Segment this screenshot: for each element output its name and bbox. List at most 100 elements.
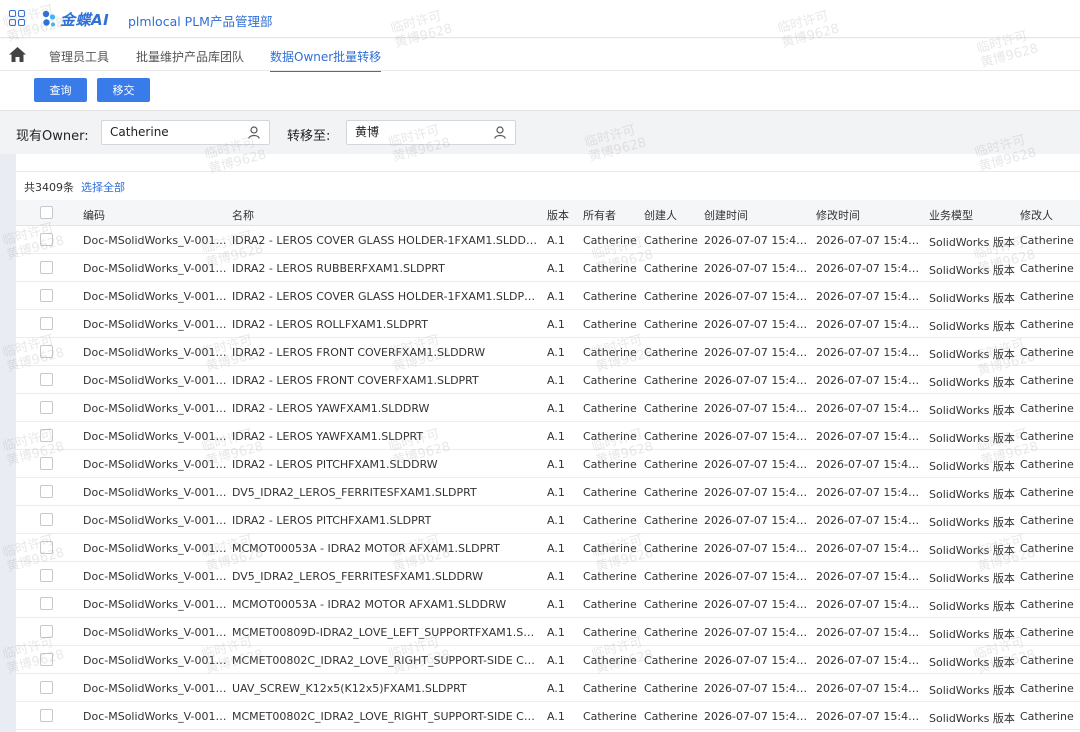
row-checkbox[interactable]	[40, 653, 53, 666]
apps-grid-icon[interactable]	[9, 10, 25, 26]
cell-owner: Catherine	[583, 346, 637, 359]
table-row[interactable]: Doc-MSolidWorks_V-001904 MCMOT00053A - ID…	[16, 534, 1080, 562]
row-checkbox[interactable]	[40, 625, 53, 638]
cell-modified-time: 2026-07-07 15:49:57	[816, 262, 924, 275]
cell-creator: Catherine	[644, 542, 698, 555]
cell-modified-time: 2026-07-07 15:49:56	[816, 234, 924, 247]
cell-version: A.1	[547, 402, 565, 415]
cell-code: Doc-MSolidWorks_V-001905	[83, 514, 228, 527]
user-icon[interactable]	[248, 126, 260, 139]
col-business-model[interactable]: 业务模型	[929, 207, 973, 223]
col-owner[interactable]: 所有者	[583, 207, 616, 223]
table-row[interactable]: Doc-MSolidWorks_V-001746 MCMET00802C_IDRA…	[16, 646, 1080, 674]
cell-code: Doc-MSolidWorks_V-001751	[83, 346, 228, 359]
transfer-button[interactable]: 移交	[97, 78, 150, 102]
cell-created-time: 2026-07-07 15:49:51	[704, 262, 812, 275]
row-checkbox[interactable]	[40, 541, 53, 554]
cell-owner: Catherine	[583, 318, 637, 331]
table-row[interactable]: Doc-MSolidWorks_V-001902 UAV_SCREW_K12x5(…	[16, 674, 1080, 702]
cell-modifier: Catherine	[1020, 402, 1074, 415]
select-all-link[interactable]: 选择全部	[81, 179, 125, 195]
query-button[interactable]: 查询	[34, 78, 87, 102]
cell-code: Doc-MSolidWorks_V-001910	[83, 290, 228, 303]
select-all-checkbox[interactable]	[40, 206, 53, 219]
cell-version: A.1	[547, 290, 565, 303]
col-version[interactable]: 版本	[547, 207, 569, 223]
cell-version: A.1	[547, 542, 565, 555]
cell-business-model: SolidWorks 版本	[929, 264, 1015, 277]
panel-spacer	[16, 154, 1080, 172]
cell-modified-time: 2026-07-07 15:49:56	[816, 570, 924, 583]
target-owner-field[interactable]: 黄博	[346, 120, 516, 145]
row-checkbox[interactable]	[40, 485, 53, 498]
table-row[interactable]: Doc-MSolidWorks_V-001747 MCMOT00053A - ID…	[16, 590, 1080, 618]
cell-creator: Catherine	[644, 598, 698, 611]
row-checkbox[interactable]	[40, 457, 53, 470]
table-row[interactable]: Doc-MSolidWorks_V-001748 DV5_IDRA2_LEROS_…	[16, 562, 1080, 590]
col-name[interactable]: 名称	[232, 207, 254, 223]
table-row[interactable]: Doc-MSolidWorks_V-001910 IDRA2 - LEROS CO…	[16, 282, 1080, 310]
row-checkbox[interactable]	[40, 569, 53, 582]
cell-version: A.1	[547, 486, 565, 499]
cell-code: Doc-MSolidWorks_V-001908	[83, 374, 228, 387]
row-checkbox[interactable]	[40, 317, 53, 330]
table-row[interactable]: Doc-MSolidWorks_V-001911 IDRA2 - LEROS RU…	[16, 254, 1080, 282]
user-icon[interactable]	[494, 126, 506, 139]
row-checkbox[interactable]	[40, 681, 53, 694]
table-row[interactable]: Doc-MSolidWorks_V-001906 DV5_IDRA2_LEROS_…	[16, 478, 1080, 506]
cell-code: Doc-MSolidWorks_V-001901	[83, 710, 228, 723]
table-row[interactable]: Doc-MSolidWorks_V-001752 IDRA2 - LEROS CO…	[16, 226, 1080, 254]
cell-owner: Catherine	[583, 542, 637, 555]
row-checkbox[interactable]	[40, 345, 53, 358]
col-modified-time[interactable]: 修改时间	[816, 207, 860, 223]
row-checkbox[interactable]	[40, 261, 53, 274]
row-checkbox[interactable]	[40, 597, 53, 610]
table-row[interactable]: Doc-MSolidWorks_V-001751 IDRA2 - LEROS FR…	[16, 338, 1080, 366]
tab-owner-transfer[interactable]: 数据Owner批量转移	[270, 48, 382, 73]
cell-name: MCMET00802C_IDRA2_LOVE_RIGHT_SUPPORT-SID…	[232, 654, 537, 667]
cell-modifier: Catherine	[1020, 542, 1074, 555]
cell-created-time: 2026-07-07 15:49:51	[704, 654, 812, 667]
target-owner-value: 黄博	[355, 125, 380, 139]
row-checkbox[interactable]	[40, 289, 53, 302]
top-bar: 金蝶AI plmlocal PLM产品管理部	[0, 0, 1080, 38]
col-creator[interactable]: 创建人	[644, 207, 677, 223]
row-checkbox[interactable]	[40, 709, 53, 722]
table-row[interactable]: Doc-MSolidWorks_V-001903 MCMET00809D-IDRA…	[16, 618, 1080, 646]
cell-modifier: Catherine	[1020, 626, 1074, 639]
col-modifier[interactable]: 修改人	[1020, 207, 1053, 223]
cell-version: A.1	[547, 458, 565, 471]
table-row[interactable]: Doc-MSolidWorks_V-001750 IDRA2 - LEROS YA…	[16, 394, 1080, 422]
row-checkbox[interactable]	[40, 429, 53, 442]
table-row[interactable]: Doc-MSolidWorks_V-001909 IDRA2 - LEROS RO…	[16, 310, 1080, 338]
col-code[interactable]: 编码	[83, 207, 105, 223]
filter-bar: 现有Owner: Catherine 转移至: 黄博	[0, 110, 1080, 154]
table-row[interactable]: Doc-MSolidWorks_V-001908 IDRA2 - LEROS FR…	[16, 366, 1080, 394]
owner-field[interactable]: Catherine	[101, 120, 270, 145]
tab-batch-maintain-team[interactable]: 批量维护产品库团队	[136, 48, 244, 65]
row-checkbox[interactable]	[40, 513, 53, 526]
table-row[interactable]: Doc-MSolidWorks_V-001749 IDRA2 - LEROS PI…	[16, 450, 1080, 478]
cell-name: IDRA2 - LEROS PITCHFXAM1.SLDPRT	[232, 514, 432, 527]
cell-modifier: Catherine	[1020, 430, 1074, 443]
cell-creator: Catherine	[644, 570, 698, 583]
home-icon[interactable]	[9, 47, 26, 62]
result-panel: 共3409条 选择全部 编码 名称 版本 所有者 创建人 创建时间 修改时间 业…	[16, 154, 1080, 732]
left-gutter	[0, 154, 16, 732]
cell-creator: Catherine	[644, 682, 698, 695]
cell-owner: Catherine	[583, 682, 637, 695]
cell-modifier: Catherine	[1020, 570, 1074, 583]
table-row[interactable]: Doc-MSolidWorks_V-001907 IDRA2 - LEROS YA…	[16, 422, 1080, 450]
row-checkbox[interactable]	[40, 233, 53, 246]
cell-creator: Catherine	[644, 710, 698, 723]
row-checkbox[interactable]	[40, 373, 53, 386]
row-checkbox[interactable]	[40, 401, 53, 414]
cell-business-model: SolidWorks 版本	[929, 404, 1015, 417]
col-created-time[interactable]: 创建时间	[704, 207, 748, 223]
tab-admin-tools[interactable]: 管理员工具	[49, 48, 109, 65]
cell-owner: Catherine	[583, 234, 637, 247]
table-row[interactable]: Doc-MSolidWorks_V-001901 MCMET00802C_IDRA…	[16, 702, 1080, 730]
table-row[interactable]: Doc-MSolidWorks_V-001905 IDRA2 - LEROS PI…	[16, 506, 1080, 534]
cell-business-model: SolidWorks 版本	[929, 516, 1015, 529]
cell-business-model: SolidWorks 版本	[929, 236, 1015, 249]
